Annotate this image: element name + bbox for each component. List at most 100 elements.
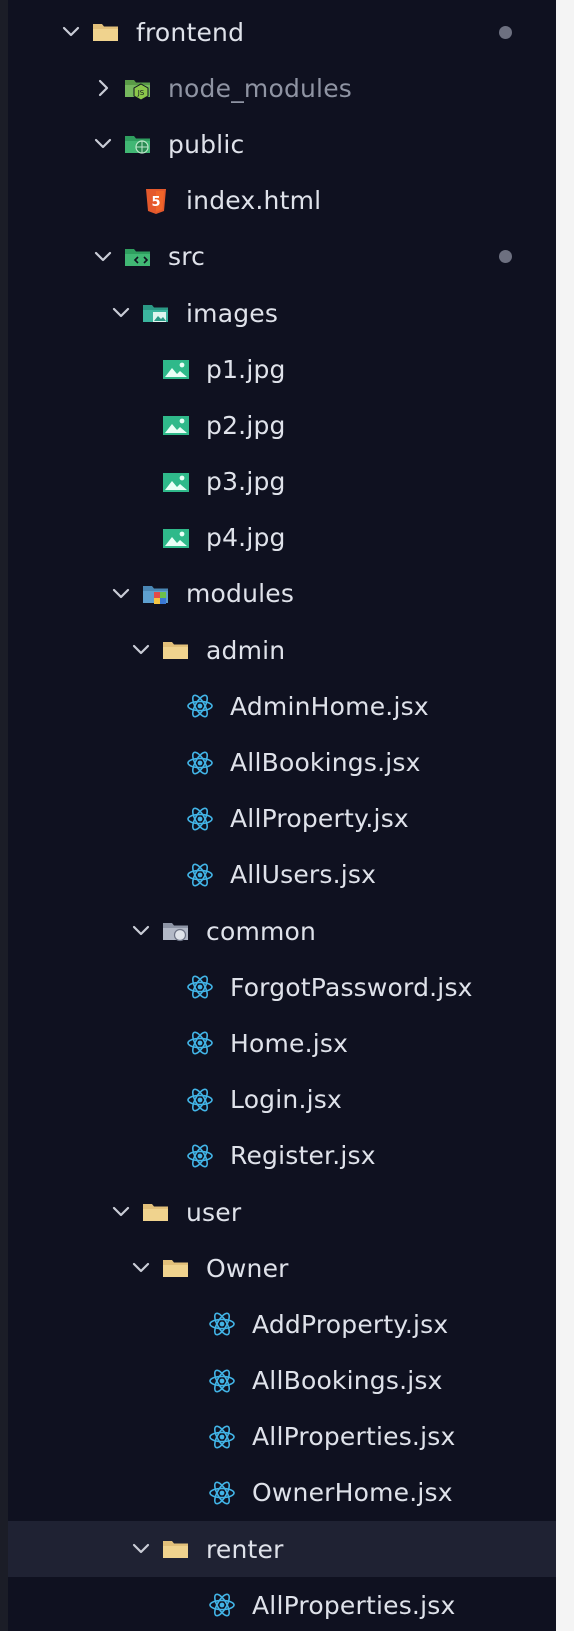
tree-item-label: OwnerHome.jsx xyxy=(252,1478,453,1508)
tree-file-login-jsx[interactable]: Login.jsx xyxy=(8,1072,556,1128)
tree-item-label: public xyxy=(168,129,245,159)
folder-icon xyxy=(160,1533,192,1565)
tree-item-label: Login.jsx xyxy=(230,1085,342,1115)
common-folder-icon xyxy=(160,915,192,947)
react-icon xyxy=(184,971,216,1003)
tree-item-label: Home.jsx xyxy=(230,1028,349,1058)
tree-file-forgotpassword-jsx[interactable]: ForgotPassword.jsx xyxy=(8,959,556,1015)
chevron-down-icon[interactable] xyxy=(128,637,154,663)
tree-folder-frontend[interactable]: frontend xyxy=(8,4,556,60)
react-icon xyxy=(184,1027,216,1059)
image-file-icon xyxy=(160,409,192,441)
tree-item-label: AllUsers.jsx xyxy=(230,860,377,890)
html5-icon: 5 xyxy=(140,185,172,217)
tree-item-label: node_modules xyxy=(168,73,353,103)
react-icon xyxy=(184,859,216,891)
tree-folder-renter[interactable]: renter xyxy=(8,1521,556,1578)
src-folder-icon xyxy=(122,241,154,273)
tree-item-label: images xyxy=(186,298,279,328)
tree-item-label: p1.jpg xyxy=(206,354,286,384)
tree-file-allproperties-jsx[interactable]: AllProperties.jsx xyxy=(8,1409,556,1465)
images-folder-icon xyxy=(140,297,172,329)
image-file-icon xyxy=(160,466,192,498)
tree-file-p3-jpg[interactable]: p3.jpg xyxy=(8,454,556,510)
chevron-down-icon[interactable] xyxy=(108,581,134,607)
modified-indicator-dot xyxy=(499,25,512,39)
tree-file-p4-jpg[interactable]: p4.jpg xyxy=(8,510,556,566)
tree-item-label: modules xyxy=(186,579,295,609)
tree-item-label: p2.jpg xyxy=(206,410,286,440)
tree-file-index-html[interactable]: 5 index.html xyxy=(8,173,556,229)
file-explorer: frontend JS node_modulespublic 5 index.html s… xyxy=(0,0,574,1631)
react-icon xyxy=(184,747,216,779)
image-file-icon xyxy=(160,353,192,385)
tree-file-allbookings-jsx[interactable]: AllBookings.jsx xyxy=(8,734,556,790)
react-icon xyxy=(206,1477,238,1509)
tree-item-label: common xyxy=(206,916,317,946)
tree-item-label: AllProperties.jsx xyxy=(252,1590,456,1620)
folder-icon xyxy=(140,1196,172,1228)
svg-text:5: 5 xyxy=(151,195,160,210)
tree-item-label: Register.jsx xyxy=(230,1141,376,1171)
tree-item-label: src xyxy=(168,242,206,272)
chevron-down-icon[interactable] xyxy=(128,1255,154,1281)
chevron-down-icon[interactable] xyxy=(128,1536,154,1562)
tree-file-allproperties-jsx[interactable]: AllProperties.jsx xyxy=(8,1577,556,1631)
tree-folder-src[interactable]: src xyxy=(8,229,556,285)
tree-item-label: p3.jpg xyxy=(206,467,286,497)
tree-folder-admin[interactable]: admin xyxy=(8,622,556,678)
tree-file-p1-jpg[interactable]: p1.jpg xyxy=(8,341,556,397)
image-file-icon xyxy=(160,522,192,554)
explorer-left-edge xyxy=(0,0,8,1631)
tree-folder-modules[interactable]: modules xyxy=(8,566,556,622)
tree-file-allproperty-jsx[interactable]: AllProperty.jsx xyxy=(8,791,556,847)
react-icon xyxy=(184,1140,216,1172)
chevron-down-icon[interactable] xyxy=(128,918,154,944)
tree-folder-common[interactable]: common xyxy=(8,903,556,959)
tree-file-ownerhome-jsx[interactable]: OwnerHome.jsx xyxy=(8,1465,556,1521)
folder-icon xyxy=(160,634,192,666)
folder-icon xyxy=(90,16,122,48)
tree-item-label: ForgotPassword.jsx xyxy=(230,972,473,1002)
chevron-down-icon[interactable] xyxy=(90,244,116,270)
chevron-down-icon[interactable] xyxy=(108,300,134,326)
react-icon xyxy=(184,1084,216,1116)
tree-file-home-jsx[interactable]: Home.jsx xyxy=(8,1015,556,1071)
chevron-right-icon[interactable] xyxy=(90,75,116,101)
tree-item-label: Owner xyxy=(206,1253,289,1283)
file-tree: frontend JS node_modulespublic 5 index.html s… xyxy=(8,4,556,1631)
tree-file-adminhome-jsx[interactable]: AdminHome.jsx xyxy=(8,678,556,734)
react-icon xyxy=(184,690,216,722)
react-icon xyxy=(206,1308,238,1340)
explorer-right-edge xyxy=(556,0,574,1631)
modified-indicator-dot xyxy=(499,250,512,264)
tree-file-allusers-jsx[interactable]: AllUsers.jsx xyxy=(8,847,556,903)
modules-folder-icon xyxy=(140,578,172,610)
tree-item-label: user xyxy=(186,1197,242,1227)
svg-text:JS: JS xyxy=(137,89,145,97)
tree-item-label: renter xyxy=(206,1534,284,1564)
tree-folder-owner[interactable]: Owner xyxy=(8,1240,556,1296)
public-folder-icon xyxy=(122,128,154,160)
react-icon xyxy=(206,1589,238,1621)
tree-folder-node-modules[interactable]: JS node_modules xyxy=(8,60,556,116)
tree-item-label: admin xyxy=(206,635,286,665)
tree-item-label: AdminHome.jsx xyxy=(230,691,429,721)
tree-item-label: AddProperty.jsx xyxy=(252,1309,449,1339)
tree-file-allbookings-jsx[interactable]: AllBookings.jsx xyxy=(8,1353,556,1409)
tree-file-addproperty-jsx[interactable]: AddProperty.jsx xyxy=(8,1296,556,1352)
tree-folder-images[interactable]: images xyxy=(8,285,556,341)
tree-folder-user[interactable]: user xyxy=(8,1184,556,1240)
tree-file-p2-jpg[interactable]: p2.jpg xyxy=(8,397,556,453)
chevron-down-icon[interactable] xyxy=(58,19,84,45)
chevron-down-icon[interactable] xyxy=(90,131,116,157)
folder-icon xyxy=(160,1252,192,1284)
chevron-down-icon[interactable] xyxy=(108,1199,134,1225)
react-icon xyxy=(206,1365,238,1397)
react-icon xyxy=(184,803,216,835)
tree-file-register-jsx[interactable]: Register.jsx xyxy=(8,1128,556,1184)
tree-folder-public[interactable]: public xyxy=(8,116,556,172)
tree-item-label: index.html xyxy=(186,186,322,216)
tree-item-label: p4.jpg xyxy=(206,523,286,553)
tree-item-label: AllProperty.jsx xyxy=(230,804,409,834)
